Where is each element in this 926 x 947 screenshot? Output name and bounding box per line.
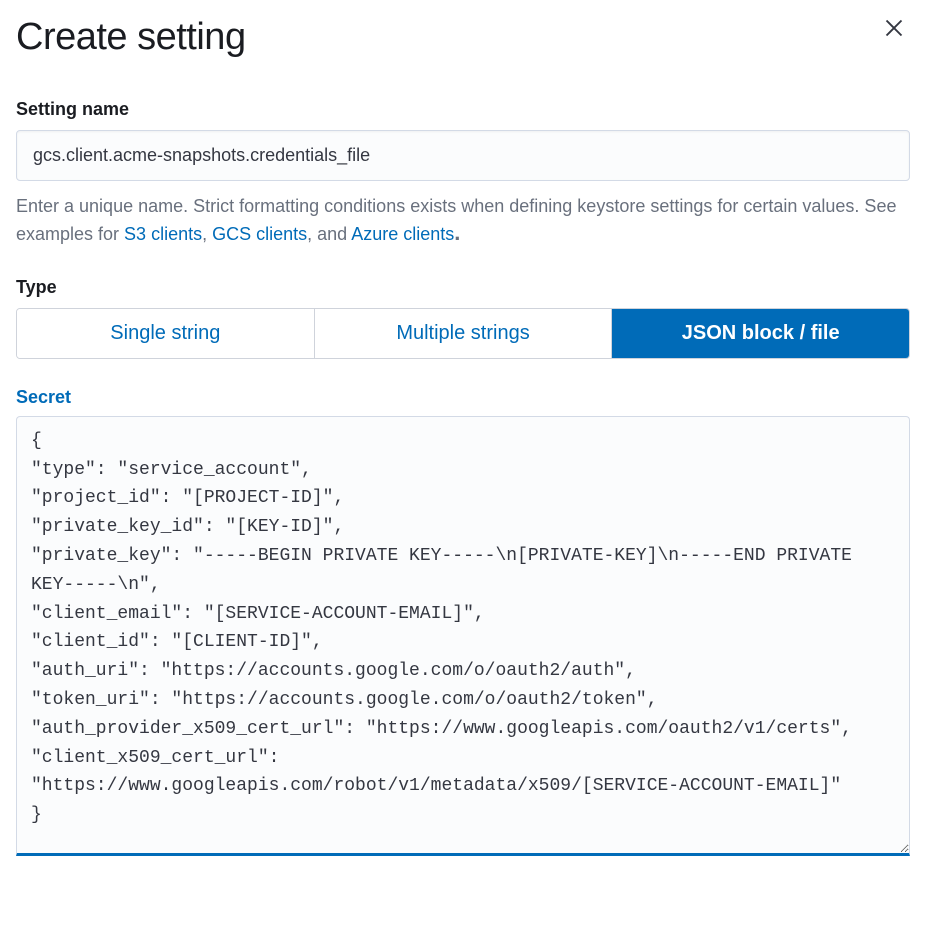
azure-clients-link[interactable]: Azure clients — [351, 224, 454, 244]
setting-name-label: Setting name — [16, 99, 910, 120]
type-button-group: Single string Multiple strings JSON bloc… — [16, 308, 910, 359]
help-period: . — [454, 220, 460, 245]
close-icon[interactable] — [884, 18, 904, 38]
setting-name-help: Enter a unique name. Strict formatting c… — [16, 193, 910, 249]
s3-clients-link[interactable]: S3 clients — [124, 224, 202, 244]
type-option-json-block[interactable]: JSON block / file — [612, 309, 909, 358]
type-option-multiple-strings[interactable]: Multiple strings — [315, 309, 613, 358]
type-option-single-string[interactable]: Single string — [17, 309, 315, 358]
secret-textarea[interactable] — [16, 416, 910, 856]
setting-name-input[interactable] — [16, 130, 910, 181]
page-title: Create setting — [16, 16, 246, 59]
secret-label: Secret — [16, 387, 910, 408]
help-comma2: , and — [307, 224, 351, 244]
type-label: Type — [16, 277, 910, 298]
gcs-clients-link[interactable]: GCS clients — [212, 224, 307, 244]
help-comma1: , — [202, 224, 212, 244]
